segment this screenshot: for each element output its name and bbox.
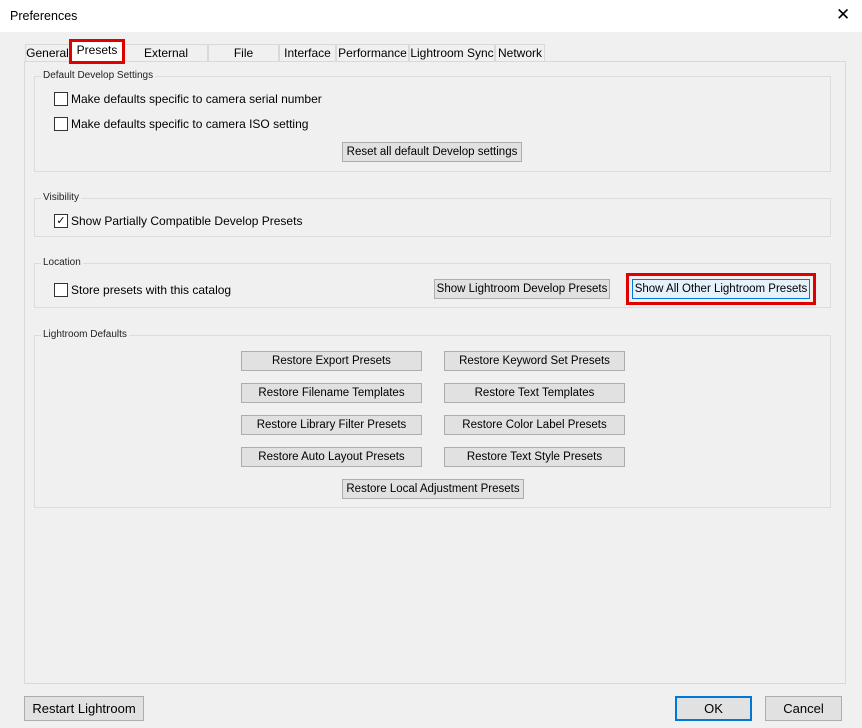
group-label: Default Develop Settings <box>41 70 156 81</box>
cancel-button[interactable]: Cancel <box>765 696 842 721</box>
show-other-presets-button[interactable]: Show All Other Lightroom Presets <box>626 273 816 305</box>
iso-checkbox[interactable]: Make defaults specific to camera ISO set… <box>54 117 308 131</box>
checkbox-box[interactable] <box>54 117 68 131</box>
checkbox-label: Make defaults specific to camera serial … <box>71 92 322 106</box>
partial-presets-checkbox[interactable]: ✓ Show Partially Compatible Develop Prese… <box>54 214 302 228</box>
reset-develop-button[interactable]: Reset all default Develop settings <box>342 142 522 162</box>
tab-general[interactable]: General <box>25 44 70 61</box>
restart-lightroom-button[interactable]: Restart Lightroom <box>24 696 144 721</box>
ok-button[interactable]: OK <box>675 696 752 721</box>
restore-local-adjustment-presets-button[interactable]: Restore Local Adjustment Presets <box>342 479 524 499</box>
store-with-catalog-checkbox[interactable]: Store presets with this catalog <box>54 283 231 297</box>
restore-text-templates-button[interactable]: Restore Text Templates <box>444 383 625 403</box>
tab-presets[interactable]: Presets <box>69 39 125 64</box>
check-icon[interactable]: ✓ <box>54 214 68 228</box>
serial-checkbox[interactable]: Make defaults specific to camera serial … <box>54 92 322 106</box>
restore-library-filter-presets-button[interactable]: Restore Library Filter Presets <box>241 415 422 435</box>
checkbox-label: Show Partially Compatible Develop Preset… <box>71 214 303 228</box>
tab-lightroom-sync[interactable]: Lightroom Sync <box>409 44 495 61</box>
window-title: Preferences <box>10 9 78 23</box>
title-bar <box>0 0 862 32</box>
checkbox-box[interactable] <box>54 283 68 297</box>
tab-network[interactable]: Network <box>495 44 545 61</box>
checkbox-label: Store presets with this catalog <box>71 283 232 297</box>
checkbox-box[interactable] <box>54 92 68 106</box>
show-develop-presets-button[interactable]: Show Lightroom Develop Presets <box>434 279 610 299</box>
tab-interface[interactable]: Interface <box>279 44 336 61</box>
tab-performance[interactable]: Performance <box>336 44 409 61</box>
group-label: Location <box>41 257 83 268</box>
tab-file-handling[interactable]: File Handling <box>208 44 279 77</box>
restore-filename-templates-button[interactable]: Restore Filename Templates <box>241 383 422 403</box>
close-icon[interactable]: ✕ <box>836 5 850 25</box>
checkbox-label: Make defaults specific to camera ISO set… <box>71 117 309 131</box>
tab-external-editing[interactable]: External Editing <box>124 44 208 77</box>
restore-color-label-presets-button[interactable]: Restore Color Label Presets <box>444 415 625 435</box>
restore-text-style-presets-button[interactable]: Restore Text Style Presets <box>444 447 625 467</box>
restore-auto-layout-presets-button[interactable]: Restore Auto Layout Presets <box>241 447 422 467</box>
restore-keyword-set-presets-button[interactable]: Restore Keyword Set Presets <box>444 351 625 371</box>
group-label: Visibility <box>41 192 81 203</box>
restore-export-presets-button[interactable]: Restore Export Presets <box>241 351 422 371</box>
group-label: Lightroom Defaults <box>41 329 129 340</box>
